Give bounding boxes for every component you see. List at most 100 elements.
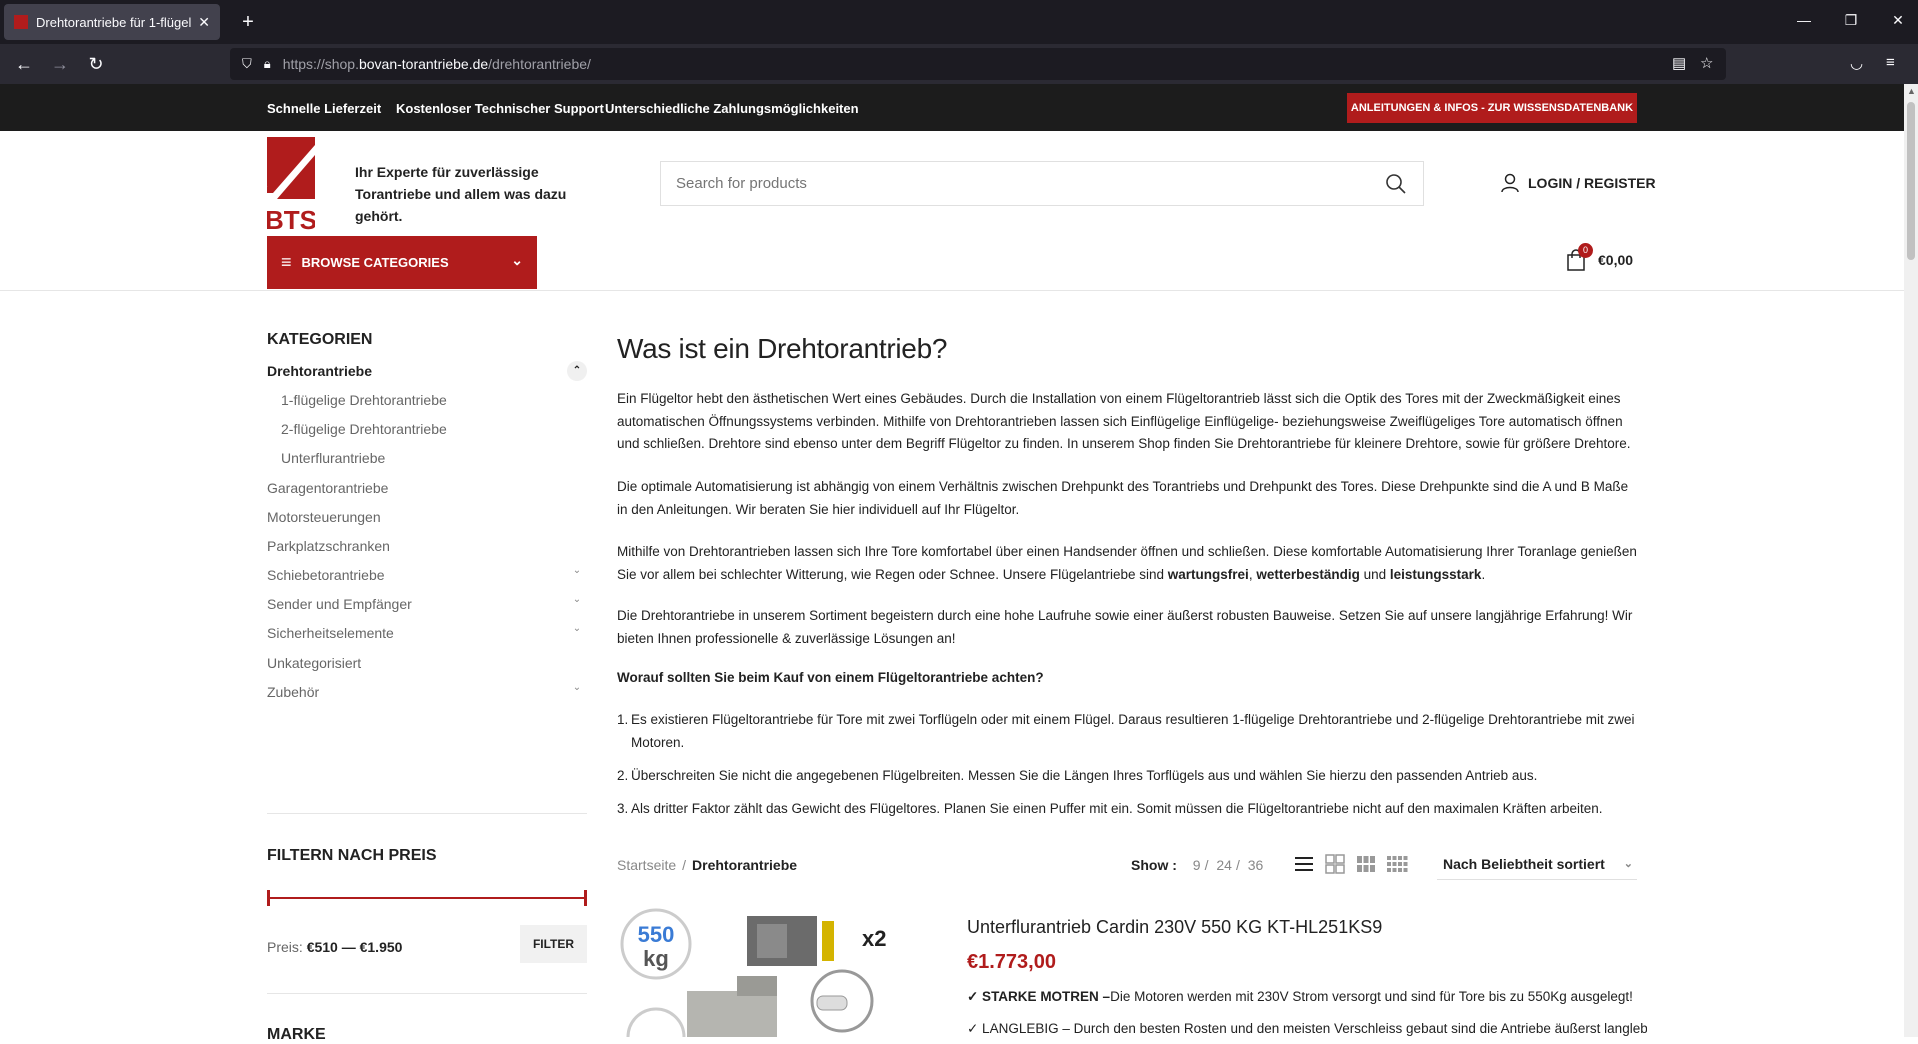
price-slider-track[interactable]	[267, 897, 587, 899]
category-zubehoer[interactable]: Zubehör ⌄	[267, 682, 587, 702]
category-schiebetorantriebe[interactable]: Schiebetorantriebe ⌄	[267, 565, 587, 585]
product-title[interactable]: Unterflurantrieb Cardin 230V 550 KG KT-H…	[967, 917, 1382, 938]
view-switcher	[1293, 853, 1417, 875]
quantity-label: x2	[862, 926, 886, 951]
url-text[interactable]: https://shop.bovan-torantriebe.de/drehto…	[283, 56, 591, 72]
product-description: ✓ STARKE MOTREN –Die Motoren werden mit …	[967, 989, 1633, 1004]
category-parkplatzschranken[interactable]: Parkplatzschranken	[267, 538, 587, 554]
category-sicherheitselemente[interactable]: Sicherheitselemente ⌄	[267, 623, 587, 643]
category-label: Drehtorantriebe	[267, 363, 373, 379]
category-garagentorantriebe[interactable]: Garagentorantriebe	[267, 480, 587, 496]
sidebar-divider	[267, 813, 587, 814]
knowledge-base-button[interactable]: ANLEITUNGEN & INFOS - ZUR WISSENSDATENBA…	[1347, 93, 1637, 123]
menu-icon[interactable]: ≡	[1886, 54, 1895, 71]
logo-text: BTS	[267, 205, 315, 232]
chevron-down-icon[interactable]: ⌄	[567, 623, 587, 643]
shield-icon[interactable]: ⛉	[242, 56, 252, 72]
restore-icon[interactable]: ❐	[1841, 12, 1861, 29]
breadcrumb: Startseite / Drehtorantriebe	[617, 857, 798, 873]
cart-count-badge: 0	[1578, 243, 1593, 258]
list-view-icon[interactable]	[1293, 853, 1315, 875]
browser-tab-bar: Drehtorantriebe für 1-flügelige ✕ + — ❐ …	[0, 0, 1918, 44]
tagline: Ihr Experte für zuverlässige Torantriebe…	[355, 164, 567, 224]
minimize-icon[interactable]: —	[1794, 12, 1814, 28]
login-label: LOGIN / REGISTER	[1528, 175, 1656, 191]
topbar-link-support[interactable]: Kostenloser Technischer Support	[396, 101, 604, 116]
window-close-icon[interactable]: ✕	[1888, 12, 1908, 29]
bts-logo[interactable]: BTS	[267, 137, 315, 232]
price-slider-max-handle[interactable]	[584, 890, 587, 906]
grid-3-icon[interactable]	[1355, 853, 1377, 875]
reader-view-icon[interactable]: ▤	[1672, 54, 1686, 72]
filter-button[interactable]: FILTER	[520, 925, 587, 963]
breadcrumb-home[interactable]: Startseite	[617, 857, 676, 873]
brand-title: MARKE	[267, 1026, 326, 1043]
chevron-up-icon[interactable]: ⌃	[567, 361, 587, 381]
cart-button[interactable]: 0 €0,00	[1566, 243, 1634, 271]
shop-toolbar: Startseite / Drehtorantriebe Show : 9/ 24/…	[617, 850, 1637, 880]
chevron-down-icon[interactable]: ⌄	[567, 565, 587, 585]
category-unkategorisiert[interactable]: Unkategorisiert	[267, 655, 587, 671]
show-label: Show :	[1131, 857, 1177, 873]
search-icon[interactable]	[1385, 173, 1407, 195]
reload-icon[interactable]: ↻	[84, 52, 108, 76]
chevron-down-icon: ⌄	[1623, 858, 1633, 870]
topbar-link-zahlung[interactable]: Unterschiedliche Zahlungsmöglichkeiten	[605, 101, 859, 116]
list-item: 2. Überschreiten Sie nicht die angegebene…	[617, 768, 1538, 783]
shop-top-bar: Schnelle Lieferzeit Kostenloser Technisc…	[0, 84, 1904, 131]
list-item: 1. Es existieren Flügeltorantriebe für To…	[617, 712, 1635, 750]
scroll-thumb[interactable]	[1907, 102, 1915, 260]
category-2-fluegelige[interactable]: 2-flügelige Drehtorantriebe	[281, 421, 601, 437]
product-price: €1.773,00	[967, 951, 1056, 973]
chevron-down-icon[interactable]: ⌄	[567, 682, 587, 702]
sort-label: Nach Beliebtheit sortiert	[1443, 856, 1605, 872]
forward-icon[interactable]: →	[48, 52, 72, 76]
back-icon[interactable]: ←	[12, 52, 36, 76]
category-sender-empfaenger[interactable]: Sender und Empfänger ⌄	[267, 594, 587, 614]
sort-select[interactable]: Nach Beliebtheit sortiert ⌄	[1437, 850, 1637, 880]
topbar-link-lieferzeit[interactable]: Schnelle Lieferzeit	[267, 101, 381, 116]
lock-icon[interactable]: 🔒︎	[264, 56, 271, 72]
weight-badge-unit: kg	[643, 946, 669, 971]
category-label: Schiebetorantriebe	[267, 567, 385, 583]
category-motorsteuerungen[interactable]: Motorsteuerungen	[267, 509, 587, 525]
product-image[interactable]: 550 kg x2	[617, 906, 917, 1037]
product-description-2: ✓ LANGLEBIG – Durch den besten Rosten un…	[967, 1021, 1647, 1036]
price-range-value: €510 — €1.950	[306, 939, 403, 955]
list-item: 3. Als dritter Faktor zählt das Gewicht d…	[617, 801, 1603, 816]
scroll-up-icon[interactable]: ▲	[1907, 86, 1916, 96]
pocket-icon[interactable]: ◡	[1850, 54, 1863, 72]
category-1-fluegelige[interactable]: 1-flügelige Drehtorantriebe	[281, 392, 601, 408]
price-range-label: Preis: €510 — €1.950	[267, 939, 402, 955]
chevron-down-icon[interactable]: ⌄	[567, 594, 587, 614]
login-register-link[interactable]: LOGIN / REGISTER	[1500, 173, 1656, 193]
chevron-down-icon: ⌄	[511, 252, 523, 268]
url-bar[interactable]: ⛉ 🔒︎ https://shop.bovan-torantriebe.de/d…	[230, 48, 1726, 80]
price-prefix: Preis:	[267, 939, 303, 955]
intro-paragraph-2: Die optimale Automatisierung ist abhängi…	[617, 479, 1629, 517]
search-input[interactable]	[661, 162, 1361, 205]
show-option-9[interactable]: 9	[1193, 857, 1201, 873]
category-label: Sender und Empfänger	[267, 596, 412, 612]
browse-categories-button[interactable]: ≡ BROWSE CATEGORIES ⌄	[267, 236, 537, 289]
category-unterflurantriebe[interactable]: Unterflurantriebe	[281, 450, 601, 466]
hamburger-icon: ≡	[281, 252, 292, 272]
bookmark-star-icon[interactable]: ☆	[1700, 54, 1713, 72]
browser-tab[interactable]: Drehtorantriebe für 1-flügelige ✕	[4, 4, 220, 40]
new-tab-icon[interactable]: +	[236, 10, 260, 34]
price-filter-title: FILTERN NACH PREIS	[267, 847, 437, 864]
price-slider-min-handle[interactable]	[267, 890, 270, 906]
user-icon	[1501, 173, 1519, 193]
category-drehtorantriebe[interactable]: Drehtorantriebe ⌃	[267, 361, 587, 381]
browse-label: BROWSE CATEGORIES	[301, 255, 449, 270]
show-option-24[interactable]: 24	[1216, 857, 1232, 873]
intro-paragraph-3: Mithilfe von Drehtorantrieben lassen sic…	[617, 544, 1637, 582]
close-icon[interactable]: ✕	[198, 14, 210, 31]
grid-4-icon[interactable]	[1386, 853, 1408, 875]
page-scrollbar[interactable]: ▲	[1904, 84, 1918, 1037]
show-option-36[interactable]: 36	[1248, 857, 1264, 873]
cart-total: €0,00	[1598, 252, 1634, 268]
grid-2-icon[interactable]	[1324, 853, 1346, 875]
page-title: Was ist ein Drehtorantrieb?	[617, 333, 948, 364]
breadcrumb-current: Drehtorantriebe	[692, 857, 798, 873]
